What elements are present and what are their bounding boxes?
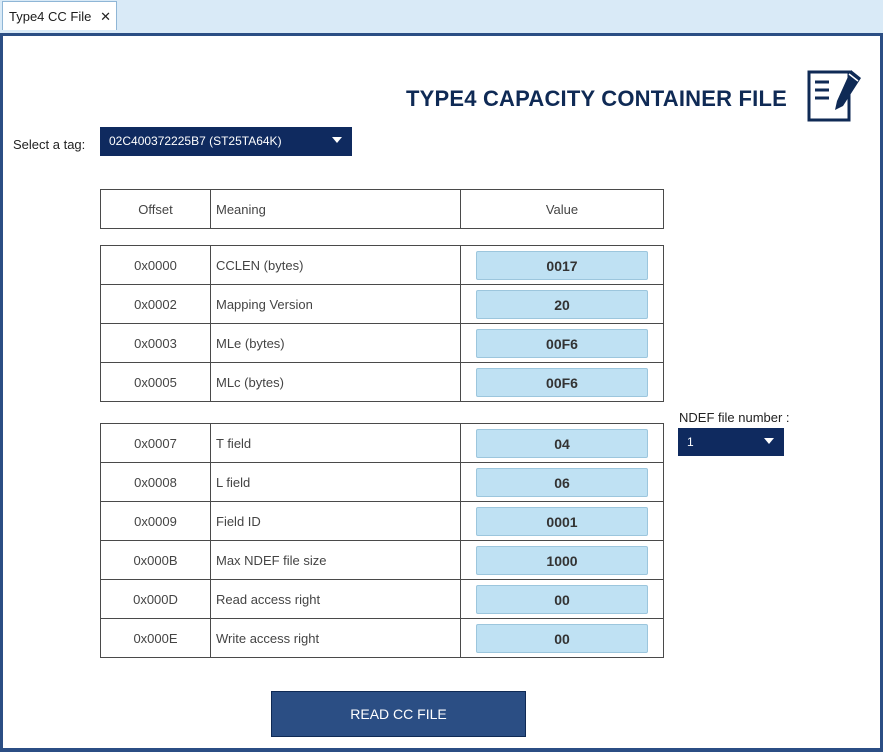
tag-select-label: Select a tag: <box>13 137 86 152</box>
offset-cell: 0x0009 <box>100 501 211 541</box>
chevron-down-icon <box>764 438 774 444</box>
page-title: TYPE4 CAPACITY CONTAINER FILE <box>405 86 787 111</box>
ndef-file-number-label: NDEF file number : <box>679 410 790 425</box>
tab-label: Type4 CC File <box>9 9 92 24</box>
value-field[interactable]: 00F6 <box>476 367 648 397</box>
meaning-cell: Max NDEF file size <box>210 540 461 580</box>
chevron-down-icon <box>332 137 342 143</box>
tag-select[interactable]: 02C400372225B7 (ST25TA64K) <box>100 127 352 156</box>
table-row: 0x0007 T field 04 <box>100 423 664 463</box>
value-field[interactable]: 06 <box>476 467 648 497</box>
tab-type4-cc-file[interactable]: Type4 CC File ✕ <box>2 1 117 30</box>
value-field[interactable]: 20 <box>476 289 648 319</box>
value-field[interactable]: 0017 <box>476 250 648 280</box>
meaning-cell: L field <box>210 462 461 502</box>
header-meaning: Meaning <box>210 189 461 229</box>
table-row: 0x000E Write access right 00 <box>100 618 664 658</box>
table-row: 0x0002 Mapping Version 20 <box>100 284 664 324</box>
table-row: 0x000D Read access right 00 <box>100 579 664 619</box>
meaning-cell: Read access right <box>210 579 461 619</box>
offset-cell: 0x0000 <box>100 245 211 285</box>
table-row: 0x0003 MLe (bytes) 00F6 <box>100 323 664 363</box>
value-field[interactable]: 0001 <box>476 506 648 536</box>
offset-cell: 0x0002 <box>100 284 211 324</box>
offset-cell: 0x0007 <box>100 423 211 463</box>
offset-cell: 0x000E <box>100 618 211 658</box>
close-icon[interactable]: ✕ <box>100 2 111 31</box>
value-field[interactable]: 00 <box>476 584 648 614</box>
ndef-file-number-select[interactable]: 1 <box>678 428 784 456</box>
value-field[interactable]: 04 <box>476 428 648 458</box>
tag-select-value: 02C400372225B7 (ST25TA64K) <box>109 134 282 148</box>
table-header: Offset Meaning Value <box>100 189 664 229</box>
document-edit-icon <box>807 70 861 122</box>
cc-table-group-1: 0x0000 CCLEN (bytes) 0017 0x0002 Mapping… <box>100 245 664 402</box>
table-row: 0x0000 CCLEN (bytes) 0017 <box>100 245 664 285</box>
meaning-cell: Field ID <box>210 501 461 541</box>
meaning-cell: CCLEN (bytes) <box>210 245 461 285</box>
table-row: 0x0009 Field ID 0001 <box>100 501 664 541</box>
value-field[interactable]: 00 <box>476 623 648 653</box>
ndef-select-value: 1 <box>687 435 694 449</box>
meaning-cell: MLc (bytes) <box>210 362 461 402</box>
meaning-cell: Mapping Version <box>210 284 461 324</box>
header-offset: Offset <box>100 189 211 229</box>
value-field[interactable]: 1000 <box>476 545 648 575</box>
header-value: Value <box>460 189 664 229</box>
meaning-cell: MLe (bytes) <box>210 323 461 363</box>
offset-cell: 0x0005 <box>100 362 211 402</box>
main-panel: TYPE4 CAPACITY CONTAINER FILE Select a t… <box>3 36 880 748</box>
table-row: 0x0008 L field 06 <box>100 462 664 502</box>
cc-table-group-2: 0x0007 T field 04 0x0008 L field 06 0x00… <box>100 423 664 658</box>
offset-cell: 0x0003 <box>100 323 211 363</box>
meaning-cell: T field <box>210 423 461 463</box>
offset-cell: 0x000B <box>100 540 211 580</box>
content-frame: TYPE4 CAPACITY CONTAINER FILE Select a t… <box>0 33 883 752</box>
table-row: 0x000B Max NDEF file size 1000 <box>100 540 664 580</box>
read-cc-file-button[interactable]: READ CC FILE <box>271 691 526 737</box>
table-row: 0x0005 MLc (bytes) 00F6 <box>100 362 664 402</box>
meaning-cell: Write access right <box>210 618 461 658</box>
value-field[interactable]: 00F6 <box>476 328 648 358</box>
offset-cell: 0x000D <box>100 579 211 619</box>
offset-cell: 0x0008 <box>100 462 211 502</box>
